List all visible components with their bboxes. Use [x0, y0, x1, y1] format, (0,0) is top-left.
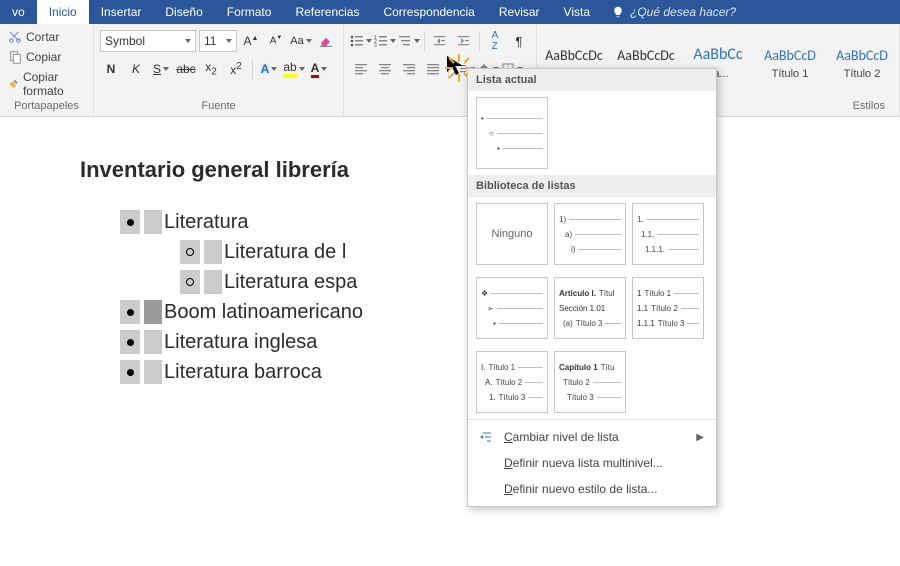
decrease-indent-button[interactable] [429, 30, 451, 52]
tab-insert[interactable]: Insertar [89, 0, 154, 24]
ribbon: Cortar Copiar Copiar formato Portapapele… [0, 24, 900, 117]
cut-button[interactable]: Cortar [4, 28, 89, 46]
format-painter-label: Copiar formato [23, 70, 85, 98]
gallery-tile-none[interactable]: Ninguno [476, 203, 548, 265]
paintbrush-icon [8, 77, 19, 91]
tab-layout[interactable]: Formato [215, 0, 284, 24]
style-preview: AaBbCcD [829, 36, 895, 64]
bold-button[interactable]: N [100, 58, 122, 80]
menu-define-multilevel[interactable]: Definir nueva lista multinivel... [468, 450, 716, 476]
italic-button[interactable]: K [125, 58, 147, 80]
font-name-value: Symbol [105, 34, 145, 48]
align-right-button[interactable] [398, 58, 420, 80]
gallery-tile[interactable]: 1) a) i) [554, 203, 626, 265]
ribbon-tabs: vo Inicio Insertar Diseño Formato Refere… [0, 0, 900, 24]
font-size-combo[interactable]: 11 [199, 30, 237, 52]
shrink-font-button[interactable]: A▼ [265, 30, 287, 52]
bullets-icon [350, 34, 364, 48]
tab-design[interactable]: Diseño [153, 0, 214, 24]
tab-file[interactable]: vo [0, 0, 37, 24]
change-case-button[interactable]: Aa [290, 30, 312, 52]
copy-button[interactable]: Copiar [4, 48, 89, 66]
numbering-button[interactable]: 123 [374, 30, 396, 52]
style-heading2[interactable]: AaBbCcD Título 1 [757, 36, 823, 80]
copy-label: Copiar [26, 50, 61, 64]
multilevel-list-button[interactable] [398, 30, 420, 52]
menu-change-level[interactable]: Cambiar nivel de lista ▶ [468, 424, 716, 450]
tab-references[interactable]: Referencias [283, 0, 371, 24]
outdent-icon [433, 34, 447, 48]
gallery-section-library: Biblioteca de listas [468, 175, 716, 197]
style-preview: AaBbCcD [757, 36, 823, 64]
highlight-button[interactable]: ab [283, 58, 305, 80]
justify-icon [426, 62, 440, 76]
svg-text:3: 3 [374, 43, 377, 48]
tab-home[interactable]: Inicio [37, 0, 89, 24]
line-spacing-icon [453, 62, 467, 76]
align-right-icon [402, 62, 416, 76]
scissors-icon [8, 30, 22, 44]
tell-me-search[interactable]: ¿Qué desea hacer? [602, 5, 746, 19]
style-preview: AaBbCcDc [541, 36, 607, 64]
lightbulb-icon [612, 6, 624, 18]
show-marks-button[interactable]: ¶ [508, 30, 530, 52]
style-name: Título 2 [829, 68, 895, 80]
gallery-section-current: Lista actual [468, 69, 716, 91]
align-center-icon [378, 62, 392, 76]
format-painter-button[interactable]: Copiar formato [4, 68, 89, 100]
strikethrough-button[interactable]: abc [175, 58, 197, 80]
tell-me-text: ¿Qué desea hacer? [630, 5, 736, 19]
style-preview: AaBbCcDc [613, 36, 679, 64]
font-group-label: Fuente [98, 100, 339, 114]
style-preview: AaBbCc [685, 36, 751, 64]
menu-define-style[interactable]: Definir nuevo estilo de lista... [468, 476, 716, 502]
grow-font-button[interactable]: A▲ [240, 30, 262, 52]
document-area[interactable]: Inventario general librería Literatura L… [0, 117, 900, 427]
gallery-tile[interactable]: 1. 1.1. 1.1.1. [632, 203, 704, 265]
bullets-button[interactable] [350, 30, 372, 52]
tab-mailings[interactable]: Correspondencia [371, 0, 486, 24]
gallery-tile[interactable]: ❖ ➢ ▪ [476, 277, 548, 339]
align-left-button[interactable] [350, 58, 372, 80]
font-size-value: 11 [204, 34, 216, 48]
align-center-button[interactable] [374, 58, 396, 80]
gallery-tile[interactable]: Artículo I.Títul Sección 1.01 (a)Título … [554, 277, 626, 339]
superscript-button[interactable]: x2 [225, 58, 247, 80]
cut-label: Cortar [26, 30, 59, 44]
sort-button[interactable]: AZ [484, 30, 506, 52]
tab-view[interactable]: Vista [552, 0, 602, 24]
indent-icon [457, 34, 471, 48]
tab-review[interactable]: Revisar [487, 0, 552, 24]
change-level-icon [480, 430, 494, 444]
copy-icon [8, 50, 22, 64]
chevron-right-icon: ▶ [696, 432, 704, 443]
numbering-icon: 123 [374, 34, 388, 48]
style-normal[interactable]: AaBbCcDc [541, 36, 607, 68]
clear-formatting-button[interactable] [315, 30, 337, 52]
align-left-icon [354, 62, 368, 76]
multilevel-icon [398, 34, 412, 48]
multilevel-list-gallery: Lista actual • ○ ▪ Biblioteca de listas … [467, 68, 717, 507]
clipboard-group-label: Portapapeles [4, 100, 89, 114]
increase-indent-button[interactable] [453, 30, 475, 52]
underline-button[interactable]: S [150, 58, 172, 80]
gallery-current-tile[interactable]: • ○ ▪ [476, 97, 548, 169]
gallery-tile[interactable]: 1Título 1 1.1Título 2 1.1.1Título 3 [632, 277, 704, 339]
menu-label: Definir nueva lista multinivel... [504, 456, 663, 470]
menu-label: Definir nuevo estilo de lista... [504, 482, 657, 496]
style-heading3[interactable]: AaBbCcD Título 2 [829, 36, 895, 80]
font-name-combo[interactable]: Symbol [100, 30, 196, 52]
menu-label: Cambiar nivel de lista [504, 430, 619, 444]
eraser-icon [319, 34, 333, 48]
gallery-tile[interactable]: I.Título 1 A.Título 2 1.Título 3 [476, 351, 548, 413]
subscript-button[interactable]: x2 [200, 58, 222, 80]
gallery-tile[interactable]: Capítulo 1Títu Título 2 Título 3 [554, 351, 626, 413]
style-name: Título 1 [757, 68, 823, 80]
justify-button[interactable] [422, 58, 444, 80]
font-color-button[interactable]: A [308, 58, 330, 80]
text-effects-button[interactable]: A [258, 58, 280, 80]
